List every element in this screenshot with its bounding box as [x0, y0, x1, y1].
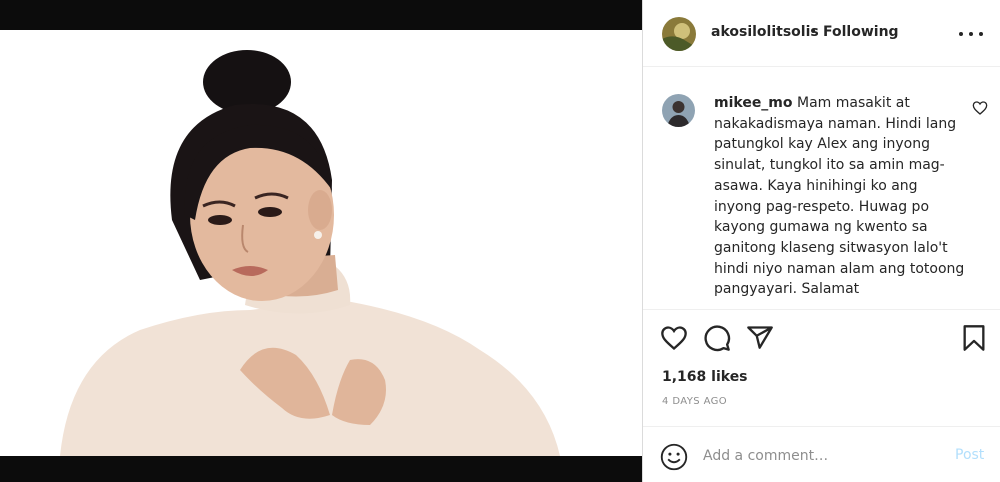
bookmark-icon[interactable]	[960, 324, 988, 352]
heart-icon[interactable]	[660, 324, 688, 352]
commenter-avatar-image	[662, 94, 695, 127]
post-header: akosilolitsolis • Following	[643, 0, 1000, 67]
add-comment-row: Post	[643, 426, 1000, 482]
post-timestamp[interactable]: 4 DAYS AGO	[662, 396, 727, 407]
letterbox-bottom	[0, 456, 642, 482]
post-photo[interactable]	[0, 30, 642, 456]
post-details-panel: akosilolitsolis • Following mikee_mo Mam…	[642, 0, 1000, 482]
comment-text: Mam masakit at nakakadismaya naman. Hind…	[714, 95, 965, 298]
more-options-icon[interactable]	[959, 24, 983, 44]
commenter-avatar[interactable]	[662, 94, 695, 127]
comment-item: mikee_mo Mam masakit at nakakadismaya na…	[643, 68, 1000, 310]
post-media[interactable]	[0, 0, 642, 482]
following-button[interactable]: Following	[823, 24, 899, 40]
avatar-image	[662, 17, 696, 51]
post-author-username[interactable]: akosilolitsolis	[711, 24, 819, 40]
commenter-username[interactable]: mikee_mo	[714, 95, 793, 111]
add-comment-input[interactable]	[703, 444, 943, 468]
avatar[interactable]	[662, 17, 696, 51]
dot	[959, 32, 963, 36]
dot	[979, 32, 983, 36]
comment-like-heart-icon[interactable]	[972, 100, 988, 116]
share-arrow-icon[interactable]	[746, 324, 774, 352]
comment-body: mikee_mo Mam masakit at nakakadismaya na…	[714, 93, 966, 300]
likes-count[interactable]: 1,168 likes	[662, 369, 748, 385]
post-comment-button[interactable]: Post	[955, 447, 984, 463]
emoji-smiley-icon[interactable]	[660, 443, 688, 471]
comment-bubble-icon[interactable]	[703, 324, 731, 352]
dot	[969, 32, 973, 36]
separator-dot: •	[809, 24, 818, 40]
post-actions	[643, 320, 1000, 360]
letterbox-top	[0, 0, 642, 30]
